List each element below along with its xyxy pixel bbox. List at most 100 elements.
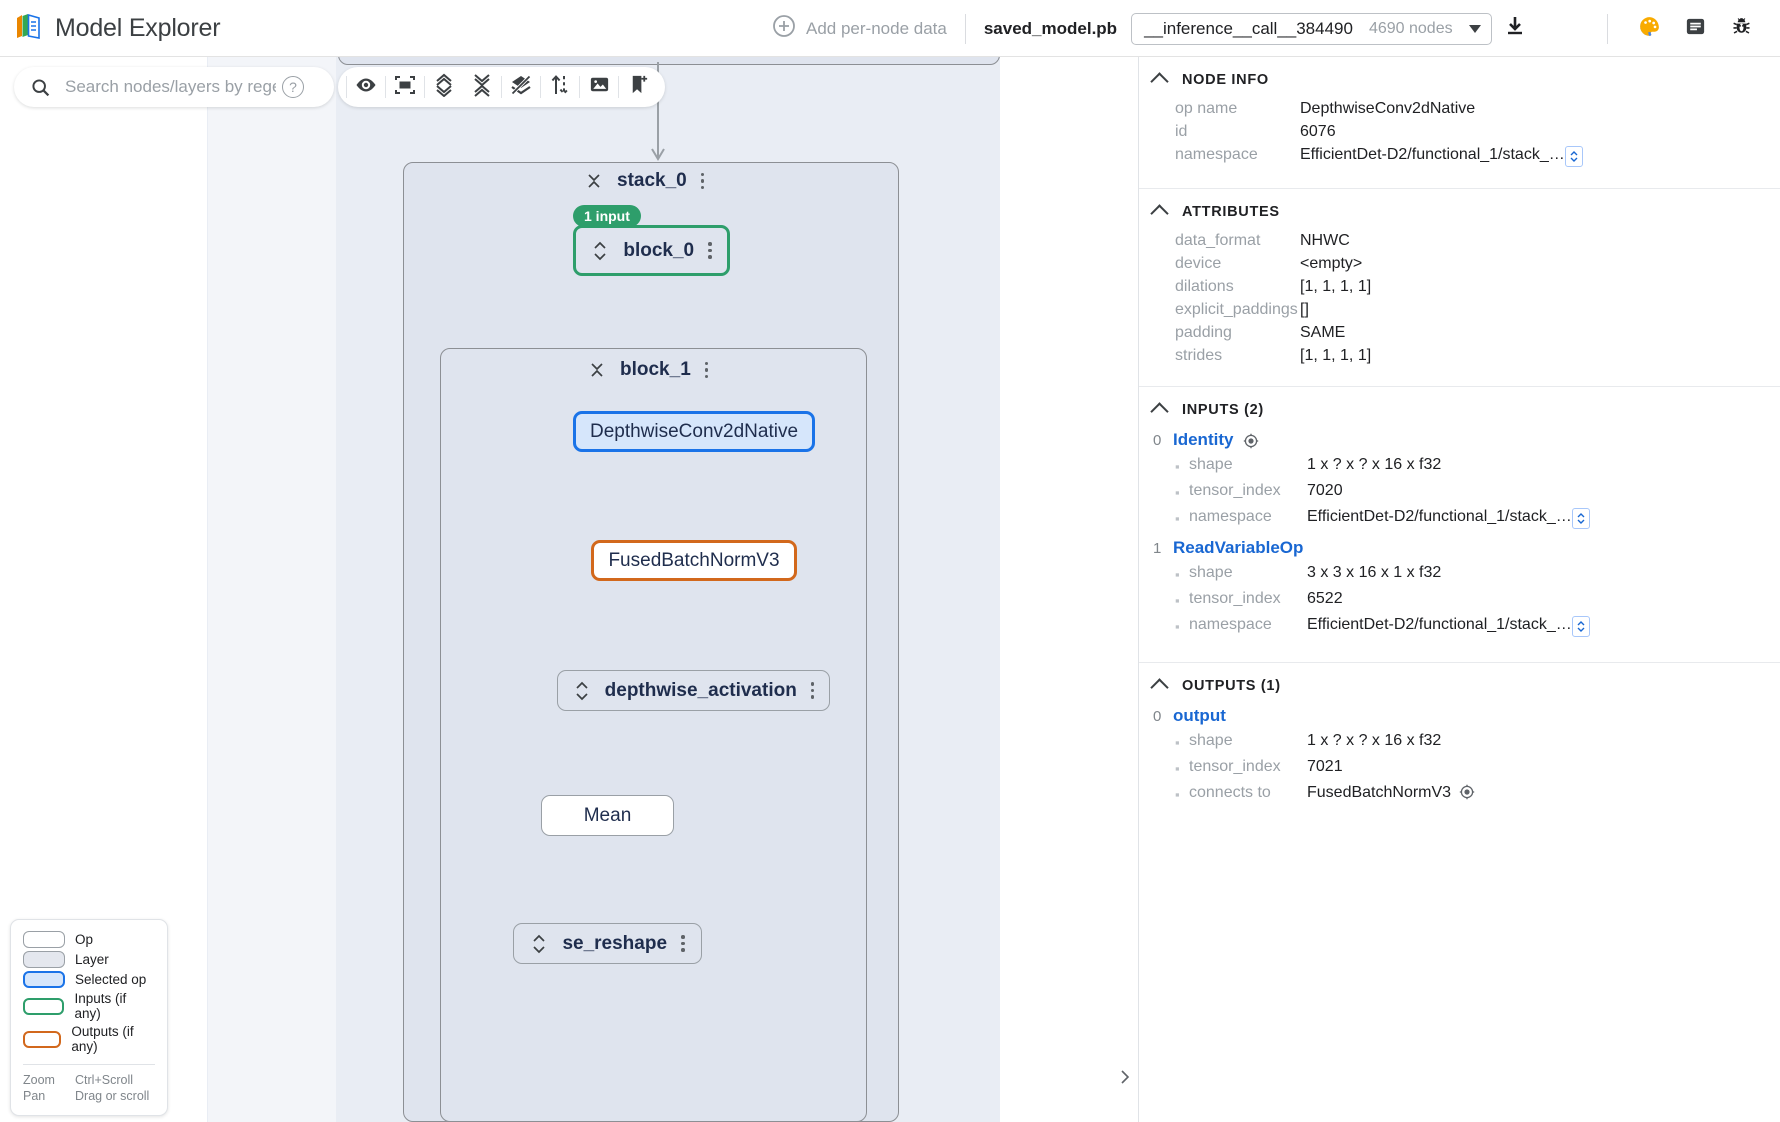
graph-group-block_1-header[interactable]: block_1 <box>588 359 708 381</box>
color-palette-icon <box>1637 14 1662 44</box>
more-vert-icon[interactable] <box>705 362 709 379</box>
add-per-node-data-button[interactable]: Add per-node data <box>772 14 947 43</box>
visibility-icon <box>354 73 378 102</box>
input-item-readvariableop: 1 ReadVariableOp ▪ shape 3 x 3 x 16 x 1 … <box>1139 538 1780 642</box>
bug-report-button[interactable] <box>1718 7 1764 51</box>
bullet-icon: ▪ <box>1175 784 1189 806</box>
node-info-key-namespace: namespace <box>1175 146 1300 164</box>
input-key-namespace: namespace <box>1189 616 1307 634</box>
color-palette-button[interactable] <box>1626 7 1672 51</box>
download-graph-button[interactable] <box>1492 7 1538 51</box>
output-key-shape: shape <box>1189 732 1307 750</box>
expand-chevrons-icon[interactable] <box>573 681 591 701</box>
download-image-button[interactable] <box>580 70 618 104</box>
search-bar[interactable]: ? <box>14 67 334 107</box>
chevron-up-icon[interactable] <box>1150 678 1168 696</box>
collapse-all-button[interactable] <box>463 70 501 104</box>
graph-selector-dropdown[interactable]: __inference__call__384490 4690 nodes <box>1131 13 1492 45</box>
attribute-key-device: device <box>1175 255 1300 273</box>
legend-row-op: Op <box>23 931 155 948</box>
chevron-up-icon[interactable] <box>1150 72 1168 90</box>
output-value-tensor-index: 7021 <box>1307 758 1343 776</box>
attributes-header[interactable]: ATTRIBUTES <box>1139 203 1780 220</box>
flip-direction-icon <box>549 73 571 102</box>
legend-help-pan: Pan Drag or scroll <box>23 1089 155 1103</box>
input-row-shape: ▪ shape 3 x 3 x 16 x 1 x f32 <box>1139 564 1780 590</box>
input-row-tensor-index: ▪ tensor_index 7020 <box>1139 482 1780 508</box>
topbar-center-group: Add per-node data saved_model.pb __infer… <box>772 0 1538 57</box>
output-index: 0 <box>1153 708 1163 725</box>
legend-label-layer: Layer <box>75 952 109 967</box>
more-vert-icon[interactable] <box>681 935 685 952</box>
output-key-tensor-index: tensor_index <box>1189 758 1307 776</box>
legend-help-zoom-key: Zoom <box>23 1073 65 1087</box>
chevron-up-icon[interactable] <box>1150 402 1168 420</box>
attribute-key-dilations: dilations <box>1175 278 1300 296</box>
expand-namespace-stepper[interactable] <box>1572 616 1590 637</box>
expand-namespace-stepper[interactable] <box>1565 146 1583 167</box>
expand-chevrons-icon[interactable] <box>530 934 548 954</box>
legend-label-op: Op <box>75 932 93 947</box>
attribute-value-explicit-paddings: [] <box>1300 301 1309 319</box>
article-icon <box>1684 15 1707 43</box>
expand-all-button[interactable] <box>425 70 463 104</box>
article-button[interactable] <box>1672 7 1718 51</box>
panel-collapse-handle[interactable] <box>1115 1062 1135 1092</box>
chevron-up-icon[interactable] <box>1150 204 1168 222</box>
collapse-chevrons-icon[interactable] <box>585 172 603 190</box>
toolbar-divider-right <box>1607 14 1608 44</box>
input-name-readvariableop[interactable]: ReadVariableOp <box>1173 538 1303 558</box>
graph-canvas[interactable]: stack_0 1 input block_0 b <box>0 57 1138 1122</box>
input-key-tensor-index: tensor_index <box>1189 590 1307 608</box>
attribute-value-device: <empty> <box>1300 255 1362 273</box>
graph-node-depthwise_activation[interactable]: depthwise_activation <box>557 670 830 711</box>
fit-to-screen-icon <box>393 73 417 102</box>
attribute-value-padding: SAME <box>1300 324 1345 342</box>
graph-node-se_reshape[interactable]: se_reshape <box>513 923 702 964</box>
graph-node-depthwiseconv2dnative[interactable]: DepthwiseConv2dNative <box>573 411 815 452</box>
more-vert-icon[interactable] <box>811 682 815 699</box>
collapse-chevrons-icon[interactable] <box>588 361 606 379</box>
bullet-icon: ▪ <box>1175 590 1189 612</box>
visibility-button[interactable] <box>347 70 385 104</box>
output-name[interactable]: output <box>1173 706 1226 726</box>
input-row-shape: ▪ shape 1 x ? x ? x 16 x f32 <box>1139 456 1780 482</box>
expand-chevrons-icon[interactable] <box>591 241 609 261</box>
input-value-tensor-index: 6522 <box>1307 590 1343 608</box>
graph-node-block_0[interactable]: block_0 <box>573 225 730 276</box>
download-icon <box>1503 14 1527 43</box>
bullet-icon: ▪ <box>1175 732 1189 754</box>
legend-swatch-layer <box>23 951 65 968</box>
node-info-row-op-name: op name DepthwiseConv2dNative <box>1139 100 1780 123</box>
search-input[interactable] <box>63 76 278 98</box>
graph-node-mean[interactable]: Mean <box>541 795 674 836</box>
locate-node-icon[interactable] <box>1243 433 1258 448</box>
more-vert-icon[interactable] <box>708 242 712 259</box>
layers-off-button[interactable] <box>502 70 540 104</box>
more-vert-icon[interactable] <box>701 173 705 190</box>
graph-group-block_1[interactable] <box>440 348 867 1122</box>
graph-node-fusedbatchnormv3[interactable]: FusedBatchNormV3 <box>591 540 797 581</box>
legend-swatch-outputs <box>23 1031 61 1048</box>
flip-direction-button[interactable] <box>541 70 579 104</box>
graph-group-block_1-title: block_1 <box>620 359 691 381</box>
input-key-namespace: namespace <box>1189 508 1307 526</box>
expand-namespace-stepper[interactable] <box>1572 508 1590 529</box>
help-circle-icon[interactable]: ? <box>282 76 304 98</box>
outputs-header[interactable]: OUTPUTS (1) <box>1139 677 1780 694</box>
graph-group-stack_0-title: stack_0 <box>617 170 687 192</box>
attribute-row-strides: strides [1, 1, 1, 1] <box>1139 347 1780 370</box>
node-info-value-id: 6076 <box>1300 123 1336 141</box>
node-info-header[interactable]: NODE INFO <box>1139 71 1780 88</box>
attribute-key-padding: padding <box>1175 324 1300 342</box>
graph-group-stack_0-header[interactable]: stack_0 <box>585 170 704 192</box>
graph-node-count: 4690 nodes <box>1369 20 1453 38</box>
attribute-row-data-format: data_format NHWC <box>1139 232 1780 255</box>
fit-to-screen-button[interactable] <box>386 70 424 104</box>
add-bookmark-button[interactable] <box>619 70 657 104</box>
inputs-header[interactable]: INPUTS (2) <box>1139 401 1780 418</box>
legend-row-layer: Layer <box>23 951 155 968</box>
toolbar-divider <box>965 14 966 44</box>
locate-node-icon[interactable] <box>1459 784 1474 799</box>
input-name-identity[interactable]: Identity <box>1173 430 1233 450</box>
